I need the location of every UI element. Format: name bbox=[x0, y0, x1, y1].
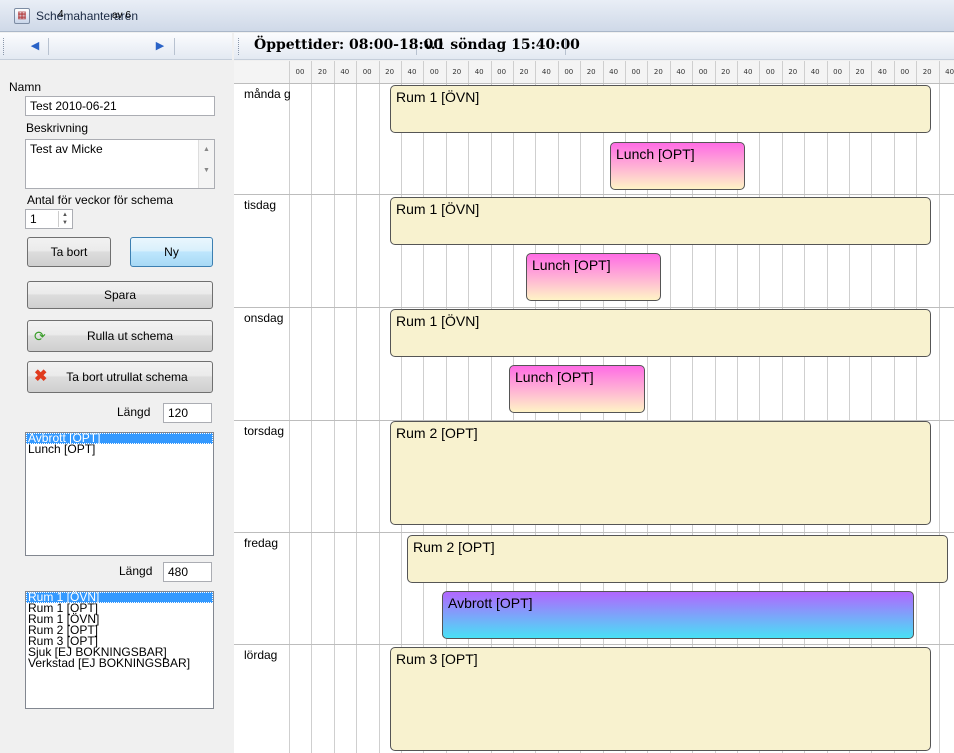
description-text: Test av Micke bbox=[30, 142, 103, 156]
schedule-grid[interactable]: 00 20 40 00 20 40 00 20 40 00 20 40 00 20 40 00 20 40 00 20… bbox=[234, 61, 954, 753]
schedule-block[interactable]: Rum 3 [OPT] bbox=[390, 647, 931, 751]
time-tick: 00 bbox=[362, 68, 372, 76]
schedule-block[interactable]: Rum 2 [OPT] bbox=[390, 421, 931, 525]
scroll-down-icon[interactable]: ▼ bbox=[199, 167, 214, 174]
new-button[interactable]: Ny bbox=[130, 237, 213, 267]
rollout-icon: ⟳ bbox=[34, 328, 46, 344]
time-tick: 40 bbox=[541, 68, 551, 76]
time-tick: 40 bbox=[810, 68, 820, 76]
time-tick: 00 bbox=[833, 68, 843, 76]
time-tick: 40 bbox=[676, 68, 686, 76]
time-tick: 40 bbox=[407, 68, 417, 76]
scroll-up-icon[interactable]: ▲ bbox=[199, 146, 214, 153]
time-tick: 00 bbox=[631, 68, 641, 76]
scrollbar[interactable]: ▲ ▼ bbox=[198, 140, 214, 188]
time-tick: 40 bbox=[945, 68, 954, 76]
schedule-block[interactable]: Avbrott [OPT] bbox=[442, 591, 914, 639]
spinner-arrows-icon[interactable]: ▲ ▼ bbox=[58, 211, 71, 227]
time-tick: 40 bbox=[340, 68, 350, 76]
rollout-label: Rulla ut schema bbox=[86, 329, 174, 343]
weeks-label: Antal för veckor för schema bbox=[27, 193, 174, 207]
time-tick: 40 bbox=[877, 68, 887, 76]
schedule-block[interactable]: Rum 1 [ÖVN] bbox=[390, 85, 931, 133]
app-icon: ▦ bbox=[14, 8, 30, 24]
list-item[interactable]: Lunch [OPT] bbox=[26, 443, 213, 455]
delete-button[interactable]: Ta bort bbox=[27, 237, 111, 267]
time-header: 00 20 40 00 20 40 00 20 40 00 20 40 00 20 40 00 20 40 00 20… bbox=[234, 61, 954, 84]
time-tick: 40 bbox=[743, 68, 753, 76]
length-field[interactable]: 480 bbox=[163, 562, 212, 582]
schedule-block[interactable]: Lunch [OPT] bbox=[526, 253, 661, 301]
time-tick: 20 bbox=[653, 68, 663, 76]
rollout-schedule-button[interactable]: ⟳ Rulla ut schema bbox=[27, 320, 213, 352]
day-label: månda g bbox=[244, 87, 291, 101]
weeks-value: 1 bbox=[30, 212, 37, 226]
toolbar-grip[interactable] bbox=[238, 38, 241, 55]
schedule-block[interactable]: Lunch [OPT] bbox=[509, 365, 645, 413]
day-label: tisdag bbox=[244, 198, 277, 212]
description-label: Beskrivning bbox=[26, 121, 89, 135]
delete-rollout-label: Ta bort utrullat schema bbox=[66, 370, 188, 384]
time-tick: 00 bbox=[497, 68, 507, 76]
week-info: v.1 söndag 15:40:00 bbox=[424, 37, 580, 53]
time-tick: 00 bbox=[429, 68, 439, 76]
length-field[interactable]: 120 bbox=[163, 403, 212, 423]
record-count: av 6 bbox=[112, 10, 131, 21]
weeks-spinner[interactable]: 1 ▲ ▼ bbox=[25, 209, 73, 229]
time-tick: 40 bbox=[474, 68, 484, 76]
save-button[interactable]: Spara bbox=[27, 281, 213, 309]
time-tick: 40 bbox=[609, 68, 619, 76]
name-label: Namn bbox=[9, 80, 42, 94]
length-label: Längd bbox=[119, 564, 153, 578]
schedule-block[interactable]: Rum 2 [OPT] bbox=[407, 535, 948, 583]
prev-icon[interactable]: ◀ bbox=[26, 37, 44, 55]
delete-x-icon: ✖ bbox=[34, 368, 48, 385]
time-tick: 20 bbox=[586, 68, 596, 76]
day-label: onsdag bbox=[244, 311, 284, 325]
activity-list[interactable]: Rum 1 [ÖVN] Rum 1 [OPT] Rum 1 [ÖVN] Rum … bbox=[25, 591, 214, 709]
time-tick: 20 bbox=[788, 68, 798, 76]
day-label: torsdag bbox=[244, 424, 285, 438]
title-bar bbox=[0, 0, 954, 32]
time-tick: 00 bbox=[295, 68, 305, 76]
schedule-block[interactable]: Rum 1 [ÖVN] bbox=[390, 197, 931, 245]
opening-hours: Öppettider: 08:00-18:00 bbox=[254, 37, 444, 53]
time-tick: 20 bbox=[855, 68, 865, 76]
next-icon[interactable]: ▶ bbox=[151, 37, 169, 55]
time-tick: 20 bbox=[385, 68, 395, 76]
record-number[interactable]: 4 bbox=[58, 9, 64, 20]
time-tick: 00 bbox=[900, 68, 910, 76]
time-tick: 20 bbox=[922, 68, 932, 76]
day-label: fredag bbox=[244, 536, 279, 550]
record-navigator: ◀ ▶ bbox=[0, 33, 232, 60]
day-label: lördag bbox=[244, 648, 278, 662]
delete-rollout-button[interactable]: ✖ Ta bort utrullat schema bbox=[27, 361, 213, 393]
schedule-block[interactable]: Rum 1 [ÖVN] bbox=[390, 309, 931, 357]
time-tick: 20 bbox=[519, 68, 529, 76]
time-tick: 20 bbox=[317, 68, 327, 76]
time-tick: 00 bbox=[564, 68, 574, 76]
separator bbox=[48, 38, 49, 55]
time-tick: 00 bbox=[698, 68, 708, 76]
time-tick: 20 bbox=[452, 68, 462, 76]
break-list[interactable]: Avbrott [OPT] Lunch [OPT] bbox=[25, 432, 214, 556]
time-tick: 20 bbox=[721, 68, 731, 76]
toolbar-grip[interactable] bbox=[3, 38, 6, 55]
list-item[interactable]: Verkstad [EJ BOKNINGSBAR] bbox=[26, 657, 213, 669]
name-field[interactable]: Test 2010-06-21 bbox=[25, 96, 215, 116]
time-tick: 00 bbox=[765, 68, 775, 76]
length-label: Längd bbox=[117, 405, 151, 419]
schedule-block[interactable]: Lunch [OPT] bbox=[610, 142, 745, 190]
separator bbox=[174, 38, 175, 55]
description-field[interactable]: Test av Micke ▲ ▼ bbox=[25, 139, 215, 189]
